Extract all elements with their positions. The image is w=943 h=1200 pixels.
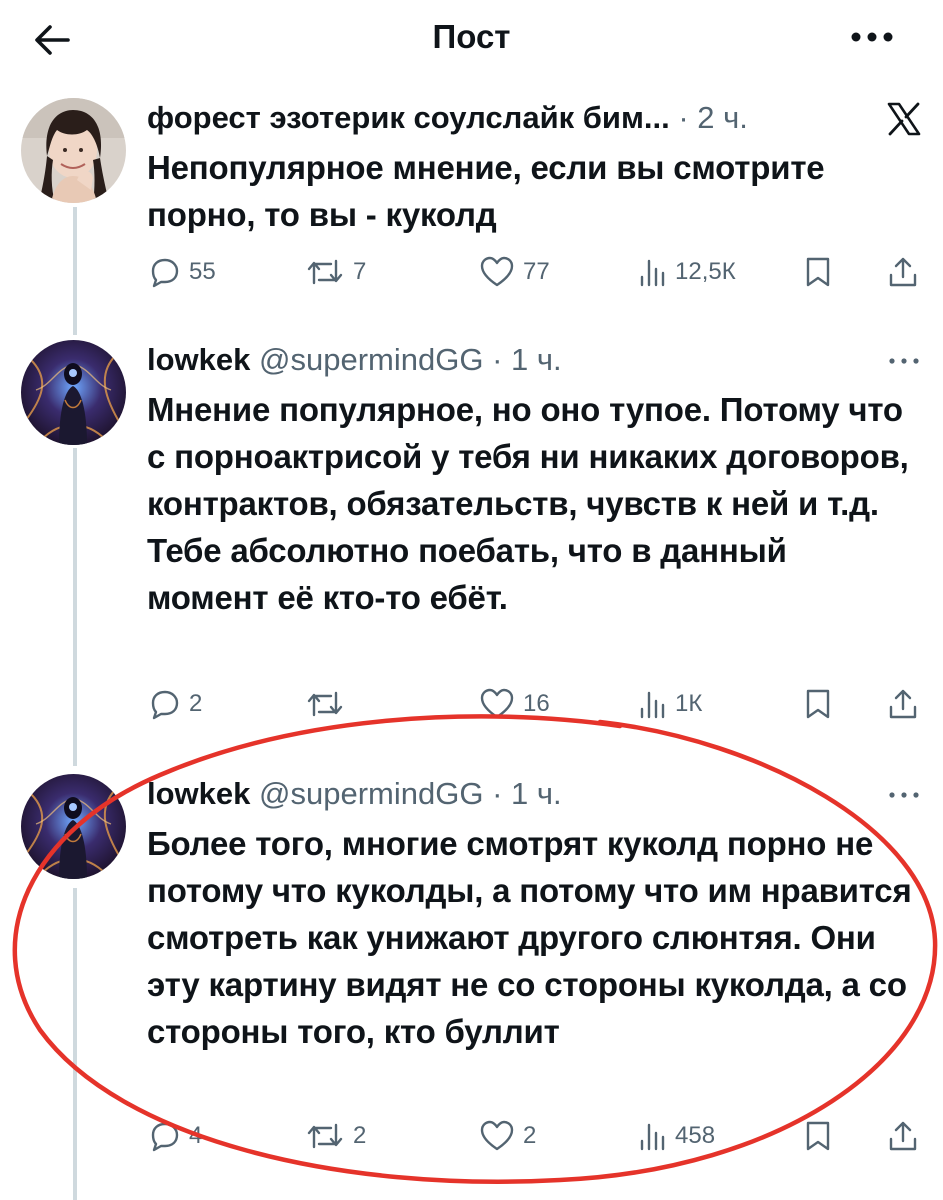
top-bar: Пост <box>0 0 943 80</box>
avatar[interactable] <box>21 98 126 203</box>
dot-separator: · <box>483 776 512 811</box>
reply-count: 2 <box>189 690 203 717</box>
reply-button[interactable]: 55 <box>147 250 216 294</box>
tweet-actions: 55 7 77 12,5К <box>147 250 927 294</box>
views-count: 12,5К <box>675 258 736 285</box>
tweet-header: форест эзотерик соулслайк бим... · 2 ч. <box>147 100 748 136</box>
views-count: 458 <box>675 1122 716 1149</box>
like-button[interactable]: 2 <box>479 1114 536 1158</box>
reply-icon <box>151 258 179 288</box>
share-button[interactable] <box>887 682 919 726</box>
author-name[interactable]: форест эзотерик соулслайк бим... <box>147 100 670 135</box>
tweet-text: Мнение популярное, но оно тупое. Потому … <box>147 391 909 616</box>
repost-count: 2 <box>353 1122 367 1149</box>
share-button[interactable] <box>887 250 919 294</box>
bookmark-icon <box>806 689 830 719</box>
reply-button[interactable]: 4 <box>147 1114 202 1158</box>
timestamp[interactable]: 1 ч. <box>511 342 562 377</box>
share-button[interactable] <box>887 1114 919 1158</box>
reply-count: 55 <box>189 258 216 285</box>
more-options-icon[interactable] <box>847 22 897 52</box>
like-count: 77 <box>523 258 550 285</box>
tweet-actions: 2 16 1К <box>147 682 927 726</box>
bookmark-button[interactable] <box>803 682 833 726</box>
repost-button[interactable]: 2 <box>305 1114 366 1158</box>
timestamp[interactable]: 2 ч. <box>697 100 748 135</box>
like-button[interactable]: 77 <box>479 250 550 294</box>
tweet-header: lowkek @supermindGG · 1 ч. <box>147 342 562 378</box>
views-button[interactable]: 12,5К <box>637 250 736 294</box>
reply-icon <box>151 1122 179 1152</box>
views-count: 1К <box>675 690 703 717</box>
views-button[interactable]: 458 <box>637 1114 715 1158</box>
share-icon <box>889 689 917 719</box>
reply-icon <box>151 690 179 720</box>
share-icon <box>889 1121 917 1151</box>
share-icon <box>889 257 917 287</box>
repost-count: 7 <box>353 258 367 285</box>
more-horizontal-icon[interactable] <box>887 354 921 366</box>
views-icon <box>640 1123 665 1151</box>
like-count: 16 <box>523 690 550 717</box>
views-icon <box>640 691 665 719</box>
tweet-text: Непопулярное мнение, если вы смотрите по… <box>147 149 825 233</box>
dot-separator: · <box>669 100 698 135</box>
bookmark-icon <box>806 1121 830 1151</box>
heart-icon <box>480 688 514 719</box>
author-handle[interactable]: @supermindGG <box>259 776 483 811</box>
like-count: 2 <box>523 1122 537 1149</box>
tweet[interactable]: lowkek @supermindGG · 1 ч. Более того, м… <box>0 774 943 1194</box>
bookmark-icon <box>806 257 830 287</box>
author-handle[interactable]: @supermindGG <box>259 342 483 377</box>
timestamp[interactable]: 1 ч. <box>511 776 562 811</box>
tweet-text: Более того, многие смотрят куколд порно … <box>147 825 912 1050</box>
tweet[interactable]: форест эзотерик соулслайк бим... · 2 ч. … <box>0 98 943 298</box>
views-icon <box>640 259 665 287</box>
more-horizontal-icon[interactable] <box>887 788 921 800</box>
tweet-actions: 4 2 2 458 <box>147 1114 927 1158</box>
x-logo-icon[interactable] <box>885 100 923 138</box>
avatar[interactable] <box>21 774 126 879</box>
repost-icon <box>307 1123 343 1149</box>
reply-button[interactable]: 2 <box>147 682 202 726</box>
page-title: Пост <box>432 18 511 55</box>
bookmark-button[interactable] <box>803 1114 833 1158</box>
repost-icon <box>307 691 343 717</box>
heart-icon <box>480 256 514 287</box>
author-name[interactable]: lowkek <box>147 776 250 811</box>
tweet-header: lowkek @supermindGG · 1 ч. <box>147 776 562 812</box>
dot-separator: · <box>483 342 512 377</box>
bookmark-button[interactable] <box>803 250 833 294</box>
repost-icon <box>307 259 343 285</box>
like-button[interactable]: 16 <box>479 682 550 726</box>
views-button[interactable]: 1К <box>637 682 702 726</box>
reply-count: 4 <box>189 1122 203 1149</box>
tweet[interactable]: lowkek @supermindGG · 1 ч. Мнение популя… <box>0 340 943 730</box>
repost-button[interactable]: 7 <box>305 250 366 294</box>
heart-icon <box>480 1120 514 1151</box>
author-name[interactable]: lowkek <box>147 342 250 377</box>
avatar[interactable] <box>21 340 126 445</box>
repost-button[interactable] <box>305 682 353 726</box>
